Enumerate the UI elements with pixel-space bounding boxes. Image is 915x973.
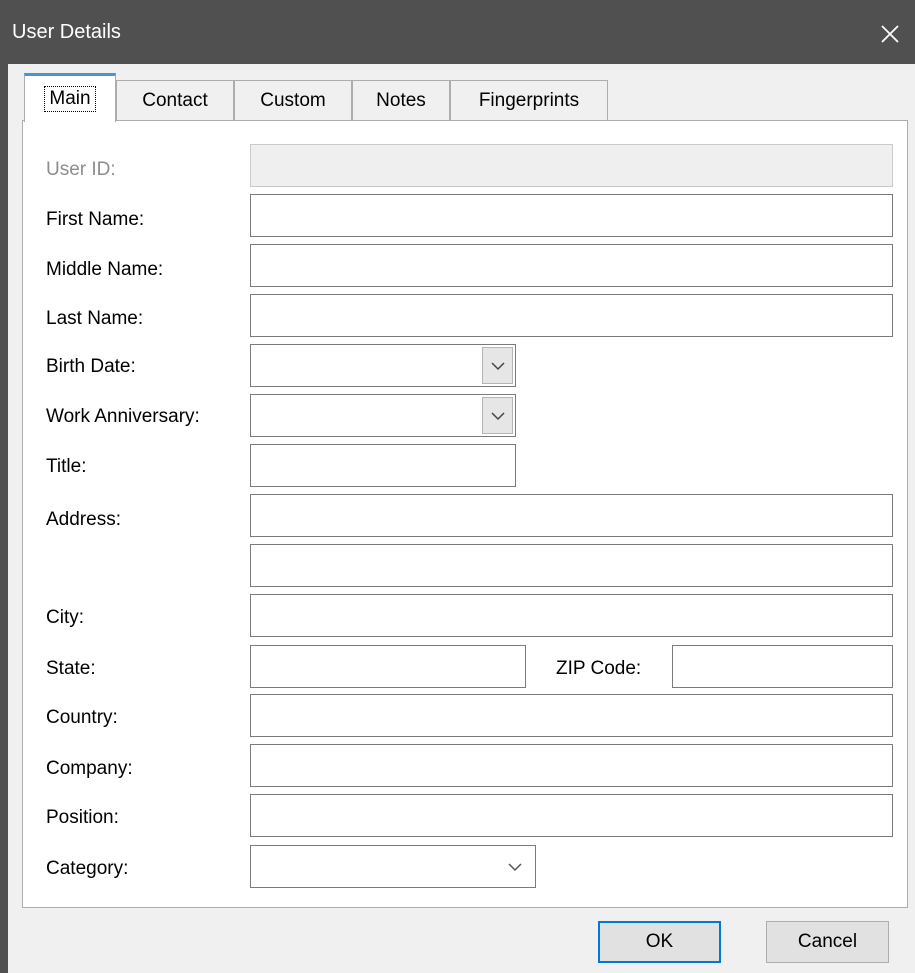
birth-date-picker[interactable]: [250, 344, 516, 387]
tab-main[interactable]: Main: [24, 73, 116, 122]
tab-fingerprints[interactable]: Fingerprints: [450, 80, 608, 120]
title-label: Title:: [46, 456, 87, 477]
address-label: Address:: [46, 509, 121, 530]
title-field[interactable]: [250, 444, 516, 487]
last-name-input[interactable]: [251, 295, 892, 336]
first-name-label: First Name:: [46, 209, 145, 230]
tab-custom[interactable]: Custom: [234, 80, 352, 120]
title-input[interactable]: [251, 445, 515, 486]
first-name-field[interactable]: [250, 194, 893, 237]
zip-code-field[interactable]: [672, 645, 893, 688]
country-field[interactable]: [250, 694, 893, 737]
chevron-down-icon: [490, 361, 505, 370]
cancel-button-label: Cancel: [797, 931, 858, 952]
tab-notes[interactable]: Notes: [352, 80, 450, 120]
birth-date-label: Birth Date:: [46, 356, 136, 377]
city-input[interactable]: [251, 595, 892, 636]
category-value[interactable]: [251, 846, 535, 887]
ok-button-label: OK: [645, 931, 674, 952]
address-line2-input[interactable]: [251, 545, 892, 586]
company-input[interactable]: [251, 745, 892, 786]
first-name-input[interactable]: [251, 195, 892, 236]
state-input[interactable]: [251, 646, 525, 687]
country-label: Country:: [46, 707, 118, 728]
user-id-field: [250, 144, 893, 187]
tab-fingerprints-label: Fingerprints: [478, 89, 580, 111]
window-title: User Details: [12, 21, 121, 43]
tab-main-label: Main: [44, 86, 96, 112]
work-anniversary-input[interactable]: [251, 395, 515, 436]
work-anniversary-label: Work Anniversary:: [46, 406, 200, 427]
last-name-field[interactable]: [250, 294, 893, 337]
tab-contact-label: Contact: [142, 89, 208, 111]
company-label: Company:: [46, 758, 133, 779]
last-name-label: Last Name:: [46, 308, 144, 329]
middle-name-input[interactable]: [251, 245, 892, 286]
zip-code-input[interactable]: [673, 646, 892, 687]
company-field[interactable]: [250, 744, 893, 787]
country-input[interactable]: [251, 695, 892, 736]
city-label: City:: [46, 607, 84, 628]
cancel-button[interactable]: Cancel: [766, 921, 889, 963]
user-id-label: User ID:: [46, 159, 116, 180]
close-icon: [881, 25, 899, 43]
work-anniversary-picker[interactable]: [250, 394, 516, 437]
tab-custom-label: Custom: [260, 89, 326, 111]
chevron-down-icon: [508, 863, 522, 872]
middle-name-label: Middle Name:: [46, 259, 164, 280]
middle-name-field[interactable]: [250, 244, 893, 287]
city-field[interactable]: [250, 594, 893, 637]
state-field[interactable]: [250, 645, 526, 688]
window-border: [0, 64, 8, 973]
address-line1-field[interactable]: [250, 494, 893, 537]
tab-contact[interactable]: Contact: [116, 80, 234, 120]
chevron-down-icon: [490, 411, 505, 420]
close-button[interactable]: [865, 8, 915, 60]
user-id-input: [251, 145, 892, 186]
address-line2-field[interactable]: [250, 544, 893, 587]
birth-date-dropdown-button[interactable]: [482, 347, 513, 384]
ok-button[interactable]: OK: [598, 921, 721, 963]
address-line1-input[interactable]: [251, 495, 892, 536]
work-anniversary-dropdown-button[interactable]: [482, 397, 513, 434]
position-input[interactable]: [251, 795, 892, 836]
category-label: Category:: [46, 858, 129, 879]
position-label: Position:: [46, 807, 119, 828]
title-bar: User Details: [0, 0, 915, 64]
category-dropdown-button[interactable]: [505, 854, 525, 880]
zip-code-label: ZIP Code:: [556, 658, 642, 679]
tab-notes-label: Notes: [376, 89, 426, 111]
state-label: State:: [46, 658, 96, 679]
birth-date-input[interactable]: [251, 345, 515, 386]
position-field[interactable]: [250, 794, 893, 837]
category-select[interactable]: [250, 845, 536, 888]
